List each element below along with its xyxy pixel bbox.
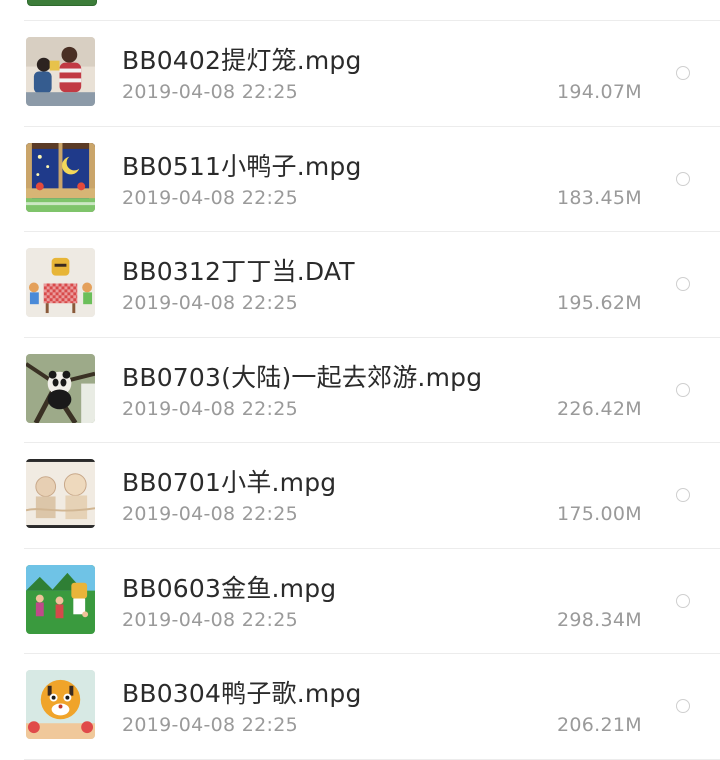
file-size: 195.62M: [557, 292, 642, 314]
file-date: 2019-04-08 22:25: [122, 81, 299, 103]
select-radio[interactable]: [676, 66, 690, 80]
file-date: 2019-04-08 22:25: [122, 186, 299, 209]
file-size: 206.21M: [557, 714, 642, 736]
select-radio[interactable]: [676, 699, 690, 713]
file-list: BB0402提灯笼.mpg 2019-04-08 22:25 194.07M B…: [0, 21, 720, 760]
file-date: 2019-04-08 22:25: [122, 292, 299, 314]
file-name: BB0304鸭子歌.mpg: [122, 679, 362, 708]
video-thumbnail-mother-child-icon: [26, 37, 95, 106]
file-name: BB0603金鱼.mpg: [122, 573, 337, 603]
file-row[interactable]: BB0703(大陆)一起去郊游.mpg 2019-04-08 22:25 226…: [24, 338, 720, 443]
file-row[interactable]: BB0312丁丁当.DAT 2019-04-08 22:25 195.62M: [24, 232, 720, 338]
file-date: 2019-04-08 22:25: [122, 714, 299, 736]
file-row[interactable]: BB0701小羊.mpg 2019-04-08 22:25 175.00M: [24, 443, 720, 549]
file-row[interactable]: BB0304鸭子歌.mpg 2019-04-08 22:25 206.21M: [24, 654, 720, 760]
video-thumbnail-cartoon-sketch-icon: [26, 459, 95, 528]
file-name: BB0402提灯笼.mpg: [122, 46, 362, 75]
file-date: 2019-04-08 22:25: [122, 608, 299, 631]
select-radio[interactable]: [676, 488, 690, 502]
file-name: BB0312丁丁当.DAT: [122, 257, 355, 286]
select-radio[interactable]: [676, 593, 690, 608]
file-size: 194.07M: [557, 81, 642, 103]
file-row[interactable]: BB0402提灯笼.mpg 2019-04-08 22:25 194.07M: [24, 21, 720, 127]
file-size: 226.42M: [557, 397, 642, 420]
file-size: 298.34M: [557, 608, 642, 631]
video-thumbnail-tiger-mascot-icon: [26, 670, 95, 739]
select-radio[interactable]: [676, 171, 690, 186]
video-thumbnail-tiger-table-icon: [26, 248, 95, 317]
video-thumbnail-kids-dancing-icon: [26, 564, 95, 634]
select-radio[interactable]: [676, 277, 690, 291]
select-radio[interactable]: [676, 382, 690, 397]
file-date: 2019-04-08 22:25: [122, 503, 299, 525]
file-row[interactable]: BB0603金鱼.mpg 2019-04-08 22:25 298.34M: [24, 549, 720, 654]
previous-file-thumbnail[interactable]: [27, 0, 97, 6]
file-name: BB0703(大陆)一起去郊游.mpg: [122, 362, 483, 392]
file-size: 175.00M: [557, 503, 642, 525]
video-thumbnail-panda-tree-icon: [26, 353, 95, 423]
file-size: 183.45M: [557, 186, 642, 209]
file-date: 2019-04-08 22:25: [122, 397, 299, 420]
file-name: BB0701小羊.mpg: [122, 468, 337, 497]
file-row[interactable]: BB0511小鸭子.mpg 2019-04-08 22:25 183.45M: [24, 127, 720, 232]
file-name: BB0511小鸭子.mpg: [122, 151, 362, 181]
video-thumbnail-night-window-icon: [26, 142, 95, 212]
